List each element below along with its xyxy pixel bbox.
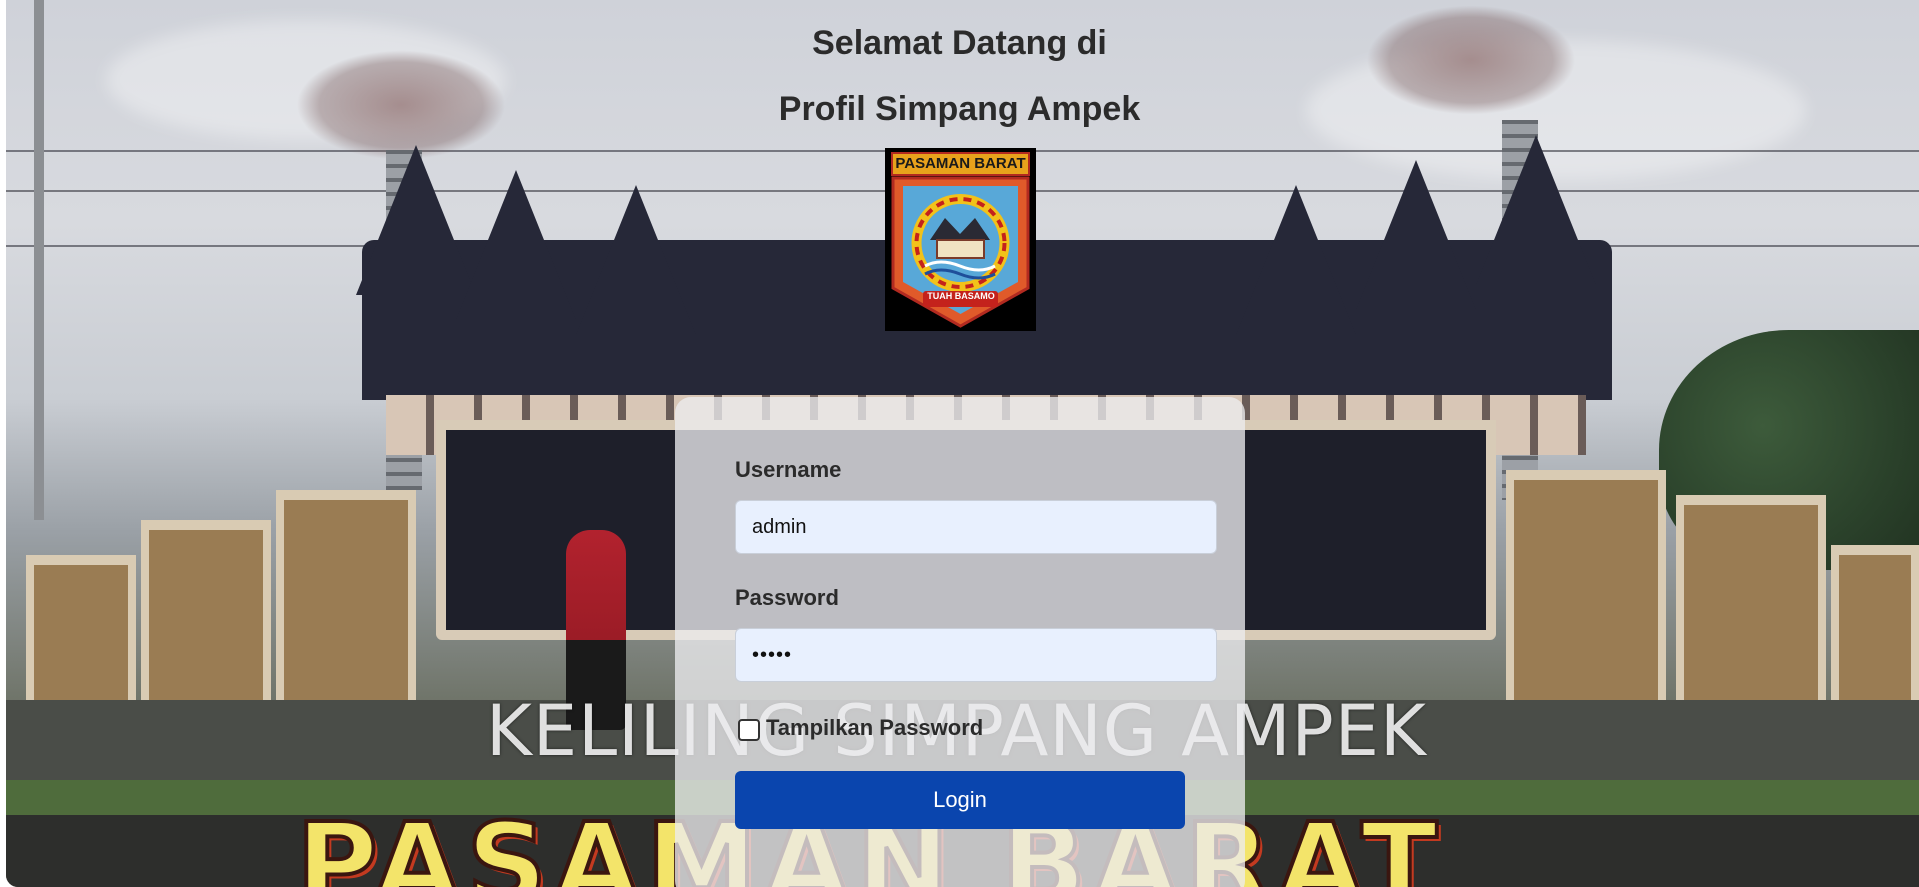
username-input[interactable]: [735, 500, 1217, 554]
roof-horn: [1356, 160, 1476, 310]
password-label: Password: [735, 585, 839, 610]
login-form: Username Password Tampilkan Password Log…: [675, 397, 1245, 887]
password-input[interactable]: [735, 628, 1217, 682]
login-button[interactable]: Login: [735, 771, 1185, 829]
roof-horn: [456, 170, 576, 320]
show-password-checkbox[interactable]: [738, 719, 760, 741]
pasaman-barat-logo: PASAMAN BARAT TUAH BASAMO: [885, 148, 1036, 331]
show-password-row[interactable]: Tampilkan Password: [738, 715, 983, 741]
wall-segment: [26, 555, 136, 705]
roof-horn: [576, 185, 696, 335]
light-pole: [34, 0, 44, 520]
roof-horn: [1236, 185, 1356, 335]
welcome-title: Selamat Datang di: [812, 24, 1107, 62]
wall-segment: [1676, 495, 1826, 705]
logo-motto: TUAH BASAMO: [927, 291, 995, 301]
site-title: Profil Simpang Ampek: [778, 90, 1141, 128]
wall-segment: [141, 520, 271, 705]
wall-segment: [276, 490, 416, 705]
username-label: Username: [735, 457, 842, 482]
wall-segment: [1831, 545, 1919, 705]
wall-segment: [1506, 470, 1666, 705]
show-password-label[interactable]: Tampilkan Password: [766, 715, 983, 741]
roof-horn: [1476, 135, 1596, 285]
logo-label: PASAMAN BARAT: [891, 152, 1030, 176]
